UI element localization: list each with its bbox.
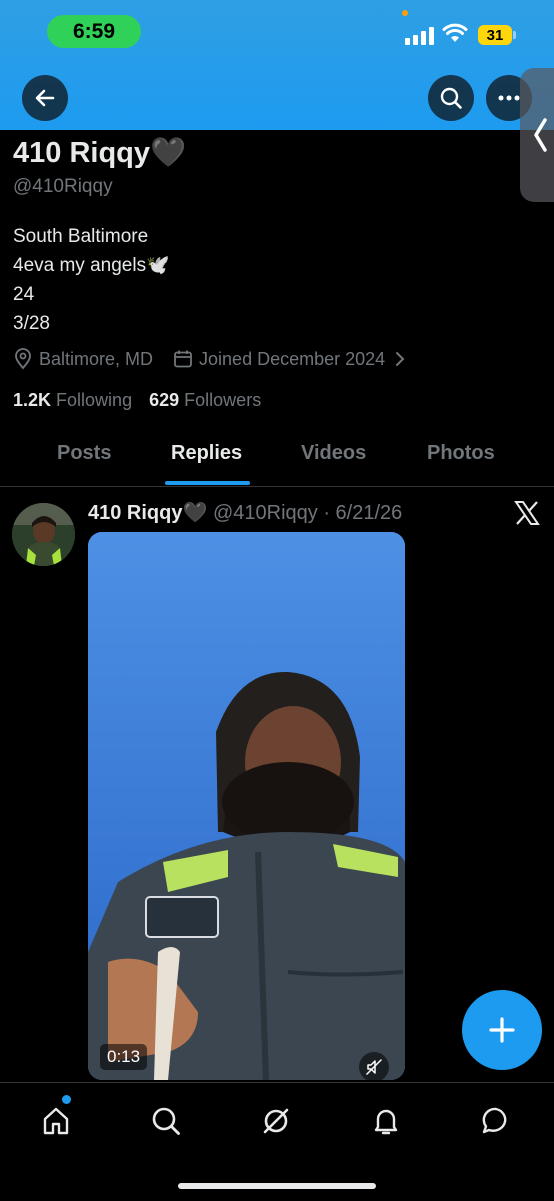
avatar-image bbox=[12, 503, 75, 566]
nav-grok[interactable] bbox=[258, 1103, 294, 1139]
home-icon bbox=[43, 1107, 69, 1135]
more-icon bbox=[498, 95, 520, 101]
x-logo-icon bbox=[514, 500, 540, 533]
post-header: 410 Riqqy🖤 @410Riqqy · 6/21/26 bbox=[88, 500, 402, 525]
plus-icon bbox=[489, 1017, 515, 1043]
nav-notifications[interactable] bbox=[368, 1103, 404, 1139]
wifi-icon bbox=[442, 23, 468, 42]
location-pin-icon bbox=[15, 348, 31, 370]
profile-bio: South Baltimore 4eva my angels🕊️ 24 3/28 bbox=[13, 222, 170, 338]
followers-count: 629 bbox=[149, 390, 180, 410]
cellular-signal-icon bbox=[405, 26, 434, 45]
profile-location: Baltimore, MD bbox=[39, 348, 154, 369]
compose-button[interactable] bbox=[462, 990, 542, 1070]
bio-line: 24 bbox=[13, 284, 35, 305]
tab-posts[interactable]: Posts bbox=[57, 442, 111, 465]
bio-line: 3/28 bbox=[13, 313, 50, 334]
side-handle-tab[interactable] bbox=[520, 68, 554, 202]
following-count: 1.2K bbox=[13, 390, 52, 410]
mute-icon bbox=[366, 1059, 382, 1075]
tab-videos[interactable]: Videos bbox=[301, 442, 366, 465]
profile-name: 410 Riqqy🖤 bbox=[13, 137, 187, 169]
status-time: 6:59 bbox=[47, 15, 141, 48]
post-date[interactable]: 6/21/26 bbox=[336, 502, 403, 524]
post-video[interactable]: 0:13 bbox=[88, 532, 405, 1080]
video-thumbnail bbox=[88, 532, 405, 1080]
profile-joined: Joined December 2024 bbox=[199, 348, 386, 369]
search-icon bbox=[440, 87, 462, 109]
bio-line: 4eva my angels🕊️ bbox=[13, 255, 170, 276]
followers-label: Followers bbox=[184, 390, 262, 410]
battery-indicator: 31 bbox=[478, 25, 512, 45]
profile-tabs: Posts Replies Videos Photos bbox=[0, 430, 554, 487]
following-label: Following bbox=[56, 390, 133, 410]
active-tab-indicator bbox=[165, 481, 250, 485]
nav-messages[interactable] bbox=[478, 1103, 514, 1139]
post-separator: · bbox=[317, 502, 336, 524]
mic-indicator-dot bbox=[402, 10, 408, 16]
following-link[interactable]: 1.2K Following bbox=[13, 390, 132, 410]
tab-photos[interactable]: Photos bbox=[427, 442, 495, 465]
bell-icon bbox=[374, 1109, 398, 1135]
chat-bubble-icon bbox=[482, 1107, 507, 1134]
post-author-handle[interactable]: @410Riqqy bbox=[213, 502, 318, 524]
calendar-icon bbox=[174, 350, 192, 368]
arrow-left-icon bbox=[35, 89, 55, 107]
tab-replies[interactable]: Replies bbox=[171, 442, 242, 465]
profile-handle: @410Riqqy bbox=[13, 176, 113, 197]
nav-home[interactable] bbox=[38, 1103, 74, 1139]
profile-meta: Baltimore, MD Joined December 2024 bbox=[13, 348, 407, 370]
battery-tip bbox=[513, 31, 516, 39]
follow-stats: 1.2K Following 629 Followers bbox=[13, 390, 261, 411]
back-button[interactable] bbox=[22, 75, 68, 121]
home-indicator bbox=[178, 1183, 376, 1189]
nav-search[interactable] bbox=[148, 1103, 184, 1139]
bio-line: South Baltimore bbox=[13, 226, 149, 247]
avatar[interactable] bbox=[12, 503, 75, 566]
grok-icon bbox=[263, 1108, 289, 1134]
video-duration: 0:13 bbox=[100, 1044, 148, 1070]
followers-link[interactable]: 629 Followers bbox=[149, 390, 261, 410]
post-author-name[interactable]: 410 Riqqy🖤 bbox=[88, 502, 207, 524]
search-icon bbox=[152, 1107, 180, 1135]
search-button[interactable] bbox=[428, 75, 474, 121]
chevron-left-icon bbox=[534, 118, 547, 152]
notification-dot bbox=[62, 1095, 71, 1104]
chevron-right-icon[interactable] bbox=[393, 351, 407, 367]
mute-button[interactable] bbox=[359, 1052, 389, 1080]
